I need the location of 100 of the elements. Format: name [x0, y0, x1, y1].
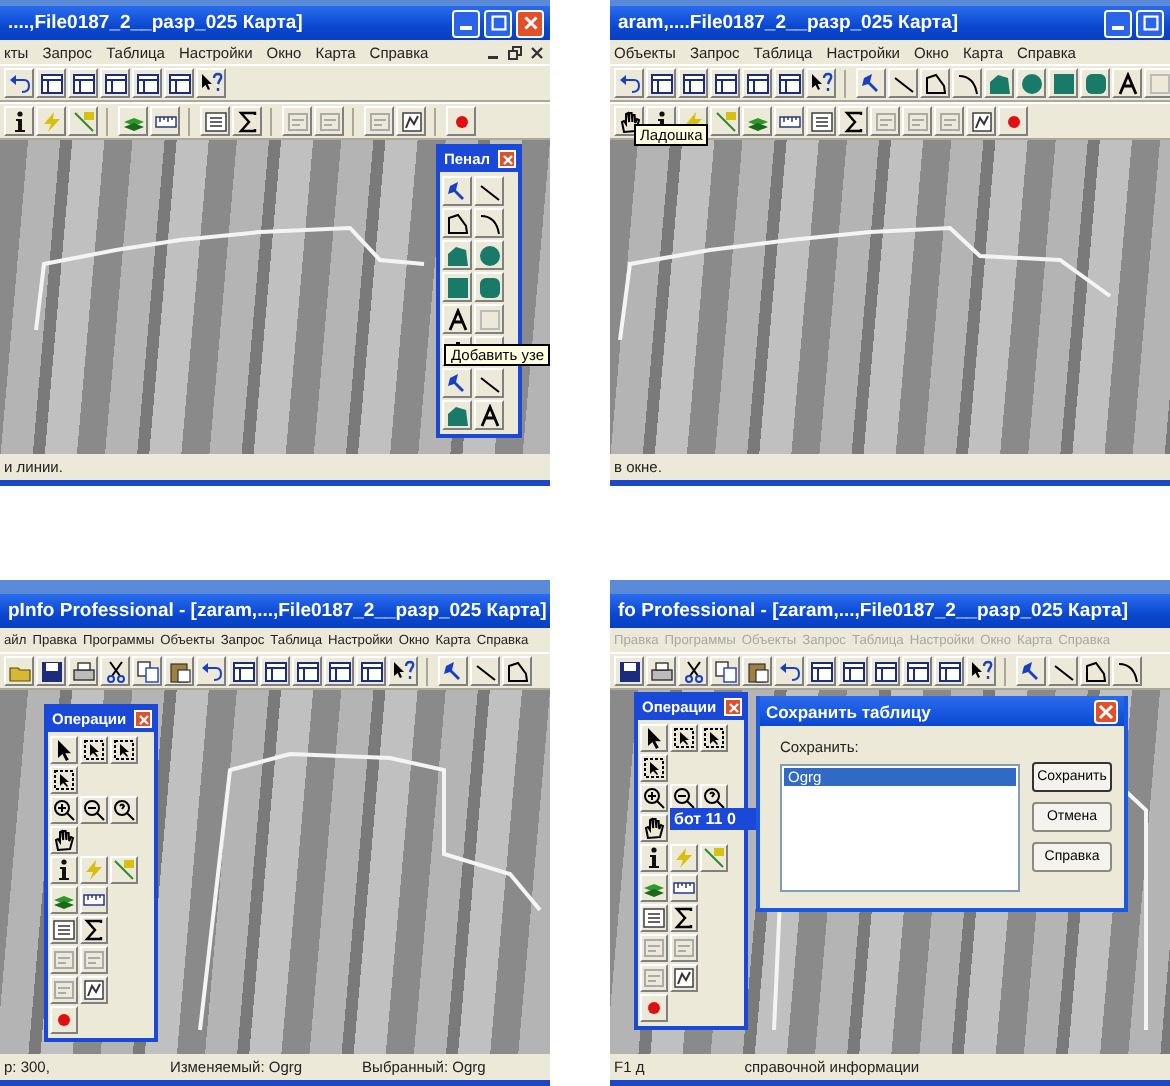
tool-button[interactable] — [966, 656, 996, 686]
tool-button[interactable] — [670, 904, 698, 932]
tool-button[interactable] — [700, 724, 728, 752]
tool-button[interactable] — [838, 106, 868, 136]
tool-button[interactable] — [502, 656, 532, 686]
tool-button[interactable] — [952, 68, 982, 98]
tool-button[interactable] — [856, 68, 886, 98]
zoom-in-icon — [52, 798, 76, 822]
tool-button[interactable] — [50, 736, 78, 764]
tool-button[interactable] — [888, 68, 918, 98]
tool-button[interactable] — [100, 68, 130, 98]
tool-button[interactable] — [442, 208, 472, 238]
tool-button[interactable] — [438, 656, 468, 686]
sum-icon — [841, 109, 865, 133]
tool-button[interactable] — [68, 68, 98, 98]
tool-button[interactable] — [50, 766, 78, 794]
tool-button[interactable] — [742, 656, 772, 686]
tool-button[interactable] — [196, 656, 226, 686]
tool-button[interactable] — [110, 796, 138, 824]
tool-button[interactable] — [474, 400, 504, 430]
tool-button[interactable] — [640, 844, 668, 872]
greyed-tool-icon — [873, 109, 897, 133]
tool-button[interactable] — [80, 736, 108, 764]
tool-button[interactable] — [474, 208, 504, 238]
tool-button[interactable] — [474, 176, 504, 206]
tool-button[interactable] — [742, 106, 772, 136]
tool-button[interactable] — [4, 106, 34, 136]
tool-button[interactable] — [640, 784, 668, 812]
tool-button[interactable] — [640, 874, 668, 902]
tool-button[interactable] — [474, 368, 504, 398]
tool-button[interactable] — [1016, 656, 1046, 686]
maximize-button[interactable] — [484, 9, 512, 37]
tool-button[interactable] — [442, 176, 472, 206]
tool-button[interactable] — [710, 68, 740, 98]
tool-button[interactable] — [678, 68, 708, 98]
restore-button[interactable] — [504, 42, 524, 62]
tool-button[interactable] — [774, 68, 804, 98]
window-icon — [905, 659, 929, 683]
tool-button[interactable] — [742, 68, 772, 98]
tool-button[interactable] — [774, 656, 804, 686]
tool-button[interactable] — [646, 68, 676, 98]
tool-button[interactable] — [50, 826, 78, 854]
tool-button[interactable] — [68, 656, 98, 686]
tool-button[interactable] — [50, 796, 78, 824]
tool-button[interactable] — [646, 656, 676, 686]
tool-button[interactable] — [50, 856, 78, 884]
tool-button[interactable] — [806, 656, 836, 686]
tool-button[interactable] — [36, 68, 66, 98]
tool-button[interactable] — [670, 724, 698, 752]
tool-button[interactable] — [806, 68, 836, 98]
tool-button[interactable] — [80, 916, 108, 944]
tool-button[interactable] — [118, 106, 148, 136]
tool-button[interactable] — [50, 886, 78, 914]
tool-button[interactable] — [164, 656, 194, 686]
tool-button[interactable] — [934, 656, 964, 686]
tool-button[interactable] — [614, 68, 644, 98]
tool-button[interactable] — [292, 656, 322, 686]
tool-button[interactable] — [470, 656, 500, 686]
tool-button[interactable] — [1112, 656, 1142, 686]
tool-button[interactable] — [80, 976, 108, 1004]
tool-button[interactable] — [260, 656, 290, 686]
tool-button[interactable] — [678, 656, 708, 686]
tool-button[interactable] — [640, 724, 668, 752]
greyed-tool-icon — [672, 936, 696, 960]
tool-button[interactable] — [640, 814, 668, 842]
minimize-button[interactable] — [1104, 9, 1132, 37]
tool-button[interactable] — [966, 106, 996, 136]
tool-button[interactable] — [1080, 656, 1110, 686]
minimize-button[interactable] — [452, 9, 480, 37]
tool-button[interactable] — [110, 736, 138, 764]
tool-button[interactable] — [1048, 656, 1078, 686]
tool-button[interactable] — [228, 656, 258, 686]
circle-icon — [1019, 71, 1043, 95]
tool-button[interactable] — [1112, 68, 1142, 98]
tool-button[interactable] — [640, 754, 668, 782]
tool-button[interactable] — [232, 106, 262, 136]
tool-button[interactable] — [442, 368, 472, 398]
tool-button[interactable] — [132, 68, 162, 98]
tool-button[interactable] — [100, 656, 130, 686]
greyed-tool-icon — [317, 109, 341, 133]
circle-icon — [477, 243, 501, 267]
tool-button[interactable] — [4, 68, 34, 98]
maximize-button[interactable] — [1136, 9, 1164, 37]
close-button[interactable] — [526, 42, 546, 62]
tool-button[interactable] — [614, 656, 644, 686]
tool-button[interactable] — [324, 656, 354, 686]
window-icon — [937, 659, 961, 683]
tool-button[interactable] — [870, 656, 900, 686]
tool-button[interactable] — [670, 964, 698, 992]
tool-button[interactable] — [196, 68, 226, 98]
tool-button[interactable] — [356, 656, 386, 686]
tool-button[interactable] — [902, 656, 932, 686]
tool-button[interactable] — [36, 656, 66, 686]
tool-button[interactable] — [80, 796, 108, 824]
tool-button[interactable] — [164, 68, 194, 98]
tool-button[interactable] — [838, 656, 868, 686]
tool-button[interactable] — [388, 656, 418, 686]
tool-button[interactable] — [396, 106, 426, 136]
tool-button[interactable] — [920, 68, 950, 98]
tool-button[interactable] — [442, 304, 472, 334]
